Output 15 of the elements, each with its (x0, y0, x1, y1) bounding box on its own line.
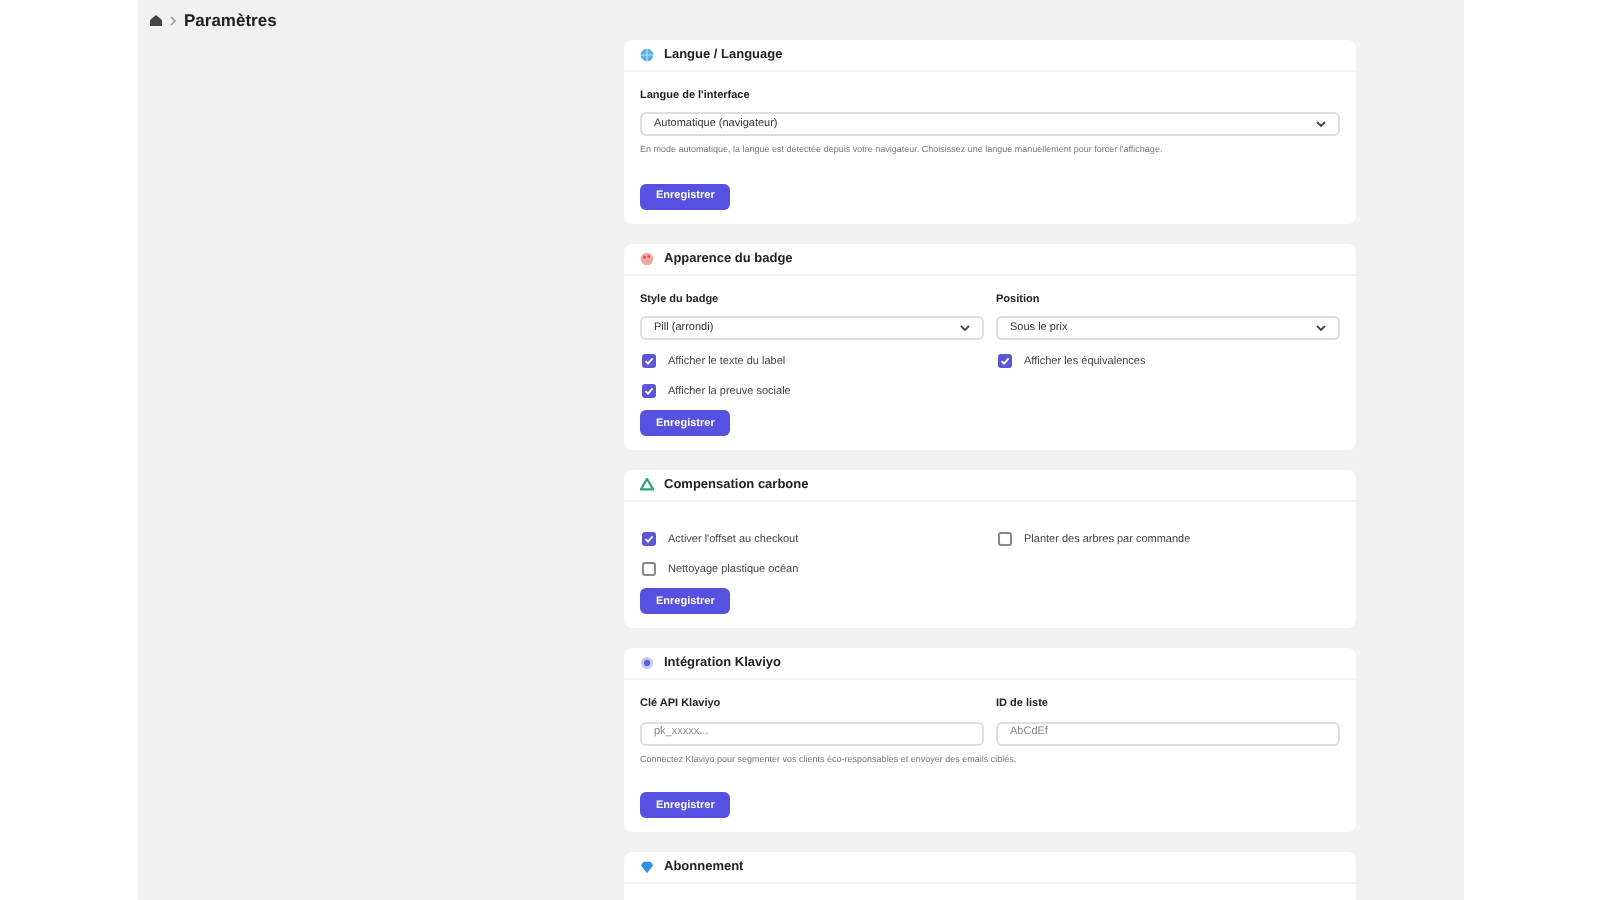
checkbox[interactable] (642, 384, 656, 399)
page-title: Paramètres (184, 7, 277, 33)
chevron-right-icon (170, 15, 176, 25)
checkbox[interactable] (642, 562, 656, 577)
checkbox[interactable] (642, 532, 656, 547)
diamond-icon (640, 860, 654, 875)
chevron-down-icon (960, 324, 970, 333)
chevron-down-icon (1316, 120, 1326, 129)
globe-icon (640, 48, 654, 62)
checkbox[interactable] (642, 354, 656, 369)
dot-icon (640, 656, 654, 671)
checkbox[interactable] (998, 354, 1012, 369)
chevron-down-icon (1316, 324, 1326, 333)
home-icon[interactable] (150, 14, 162, 26)
checkbox[interactable] (998, 532, 1012, 547)
